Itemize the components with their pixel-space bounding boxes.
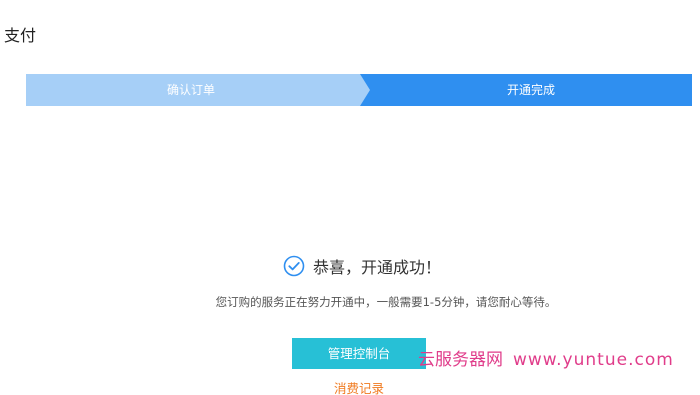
step-activation-complete: 开通完成 bbox=[358, 74, 692, 106]
watermark-url: www.yuntue.com bbox=[513, 350, 674, 370]
step-label: 确认订单 bbox=[166, 83, 215, 97]
site-watermark: 云服务器网 www.yuntue.com bbox=[418, 345, 674, 370]
progress-steps: 确认订单 开通完成 bbox=[26, 74, 692, 106]
management-console-button[interactable]: 管理控制台 bbox=[292, 338, 426, 369]
activation-notice: 您订购的服务正在努力开通中，一般需要1-5分钟，请您耐心等待。 bbox=[215, 295, 557, 309]
page-title: 支付 bbox=[4, 26, 37, 45]
step-confirm-order: 确认订单 bbox=[26, 74, 370, 106]
watermark-brand: 云服务器网 bbox=[418, 350, 503, 370]
payment-page: 支付 确认订单 开通完成 恭喜，开通成功！ 您订购的服务正在努力开通中，一般需要… bbox=[0, 0, 700, 395]
success-text: 恭喜，开通成功！ bbox=[313, 258, 442, 277]
consumption-records-link[interactable]: 消费记录 bbox=[292, 378, 426, 395]
step-label: 开通完成 bbox=[506, 83, 555, 97]
success-message: 恭喜，开通成功！ bbox=[283, 254, 441, 278]
check-circle-icon bbox=[283, 255, 305, 277]
